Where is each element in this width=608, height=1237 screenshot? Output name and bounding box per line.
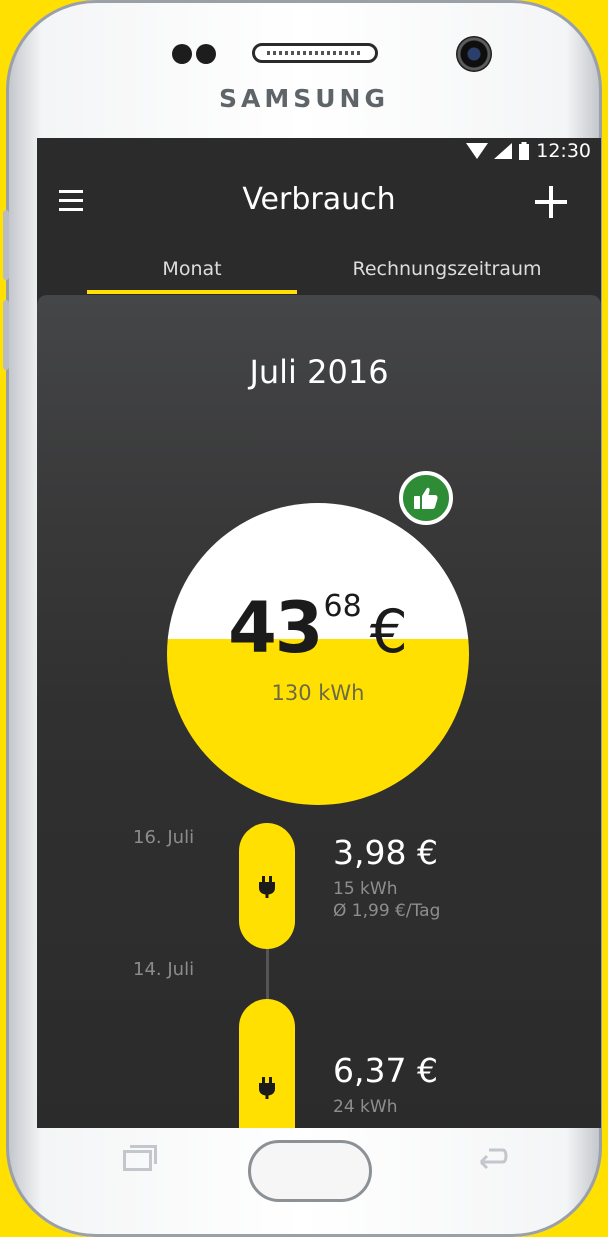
tab-monat[interactable]: Monat [87, 258, 297, 280]
total-amount: 4368 € [167, 587, 469, 669]
entry-energy: 24 kWh [333, 1097, 398, 1117]
device-brand: SAMSUNG [219, 84, 389, 113]
phone-frame: SAMSUNG 12:30 Verbrauch Monat Rechnungsz… [3, 0, 602, 1237]
page-title: Verbrauch [242, 182, 396, 217]
amount-decimal: 68 [323, 589, 362, 624]
back-icon[interactable] [471, 1140, 511, 1172]
period-label: Juli 2016 [249, 353, 389, 391]
consumption-gauge[interactable]: 4368 € 130 kWh [167, 503, 469, 805]
home-button[interactable] [248, 1140, 372, 1202]
plug-icon [259, 1077, 275, 1099]
timeline-connector [266, 949, 269, 999]
volume-button [3, 210, 9, 280]
entry-amount: 3,98 € [333, 833, 438, 872]
signal-icon [494, 143, 513, 159]
tab-bar: Monat Rechnungszeitraum [37, 250, 601, 296]
thumbs-up-icon [399, 471, 453, 525]
entry-date: 16. Juli [133, 827, 195, 848]
entry-average: Ø 1,99 €/Tag [333, 901, 441, 921]
tab-indicator [87, 290, 297, 294]
consumption-card[interactable]: Juli 2016 4368 € 130 kWh 16. Juli 3,98 €… [37, 295, 601, 1128]
sensor-dot [172, 44, 192, 64]
recent-apps-icon[interactable] [123, 1145, 157, 1171]
app-bar: Verbrauch [37, 168, 601, 238]
tab-rechnungszeitraum[interactable]: Rechnungszeitraum [317, 258, 577, 280]
battery-icon [519, 142, 530, 160]
entry-amount: 6,37 € [333, 1051, 438, 1090]
status-bar: 12:30 [466, 138, 591, 164]
entry-date: 14. Juli [133, 959, 195, 980]
wifi-icon [466, 143, 489, 159]
app-screen: 12:30 Verbrauch Monat Rechnungszeitraum … [37, 138, 601, 1128]
total-energy: 130 kWh [271, 681, 365, 705]
front-camera [456, 36, 492, 72]
amount-integer: 43 [228, 587, 323, 669]
status-time: 12:30 [536, 140, 591, 162]
entry-energy: 15 kWh [333, 879, 398, 899]
volume-button [3, 300, 9, 370]
entry-pill[interactable] [239, 823, 295, 949]
earpiece-speaker [252, 43, 378, 63]
amount-currency: € [369, 597, 408, 667]
plug-icon [259, 876, 275, 898]
entry-pill[interactable] [239, 999, 295, 1128]
sensor-dot [196, 44, 216, 64]
plus-icon[interactable] [535, 186, 567, 218]
